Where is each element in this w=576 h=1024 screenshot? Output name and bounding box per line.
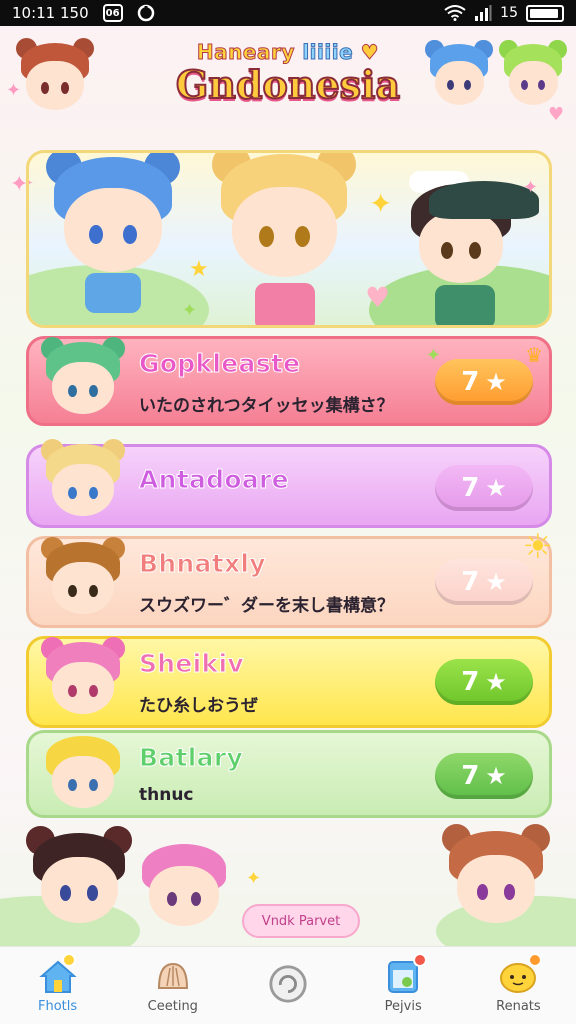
star-icon: ★ xyxy=(485,668,507,696)
card-title: Bhnatxly xyxy=(139,549,267,579)
card-subtitle: たひ糸しおうぜ xyxy=(139,696,258,716)
messenger-icon xyxy=(137,4,154,22)
star-icon: ★ xyxy=(485,368,507,396)
star-count: 7 xyxy=(461,567,480,597)
nav-item-ceeting[interactable]: Ceeting xyxy=(115,947,230,1024)
list-card-4[interactable]: Sheikiv たひ糸しおうぜ 7 ★ xyxy=(26,636,552,728)
heart-icon: ♥ xyxy=(360,40,380,65)
card-avatar-green-hair xyxy=(39,337,127,425)
scene-character-pink xyxy=(134,838,234,938)
star-count: 7 xyxy=(461,761,480,791)
list-card-3[interactable]: Bhnatxly スウズワー゛ダーを末し書構意？ 7 ★ ☀ xyxy=(26,527,553,628)
star-count-button[interactable]: 7 ★ xyxy=(435,659,533,705)
signal-icon xyxy=(475,5,492,21)
badge-dot xyxy=(528,953,543,967)
hero-character-blonde xyxy=(209,153,359,295)
sparkle-icon: ✦ xyxy=(10,172,29,197)
sparkle-icon: ✦ xyxy=(523,177,539,198)
badge-dot xyxy=(413,953,428,967)
star-count-button[interactable]: 7 ★ xyxy=(435,559,533,605)
card-subtitle: いたのされつタイッセッ集構さ？ xyxy=(139,396,394,416)
star-count: 7 xyxy=(461,667,480,697)
refresh-icon xyxy=(268,964,308,1003)
crown-icon: ♛ xyxy=(525,343,543,367)
card-avatar-blonde xyxy=(39,439,127,527)
list-card-5[interactable]: Batlary thnuc 7 ★ xyxy=(26,730,552,818)
sparkle-icon: ✦ xyxy=(425,345,441,366)
hero-character-blue xyxy=(43,153,183,289)
card-subtitle: スウズワー゛ダーを末し書構意？ xyxy=(139,596,394,616)
card-title: Batlary xyxy=(138,743,244,773)
star-icon: ★ xyxy=(485,474,507,502)
house-icon xyxy=(38,953,78,995)
logo-top-text-1: Haneary xyxy=(196,40,295,65)
star-icon: ★ xyxy=(485,762,507,790)
star-icon: ★ xyxy=(485,568,507,596)
nav-item-pejvis[interactable]: Pejvis xyxy=(346,947,461,1024)
battery-icon xyxy=(526,4,564,22)
list-card-2[interactable]: Antadoare 7 ★ xyxy=(26,439,552,528)
sparkle-icon: ✦ xyxy=(6,80,22,101)
nav-label: Ceeting xyxy=(147,999,198,1014)
app-logo: Haneary liiiie ♥ Gndonesia xyxy=(160,40,416,130)
star-icon: ★ xyxy=(189,257,209,282)
character-face-icon xyxy=(498,953,543,995)
logo-main-text: Gndonesia xyxy=(175,62,401,107)
sparkle-icon: ✦ xyxy=(246,868,262,889)
star-count-button[interactable]: 7 ★ xyxy=(435,753,533,799)
card-title: Gopkleaste xyxy=(138,349,301,379)
app-header: Haneary liiiie ♥ Gndonesia ✦ ♥ xyxy=(0,26,576,138)
star-count-button[interactable]: 7 ★ xyxy=(435,359,533,405)
hero-banner[interactable]: ★ ✦ ♥ ✦ ✦ xyxy=(26,150,552,328)
star-count: 7 xyxy=(461,367,480,397)
character-avatar-green[interactable] xyxy=(498,40,568,114)
character-avatar-brown[interactable] xyxy=(14,38,96,120)
status-time: 10:11 150 xyxy=(12,4,89,22)
card-avatar-brown-bear xyxy=(39,537,127,625)
star-count: 7 xyxy=(461,473,480,503)
nav-item-renats[interactable]: Renats xyxy=(461,947,576,1024)
sun-icon: ☀ xyxy=(522,527,553,567)
star-icon: ✦ xyxy=(369,187,393,220)
battery-percent: 15 xyxy=(500,5,518,21)
bottom-navigation: Fhotls Ceeting Pejvis Renats xyxy=(0,946,576,1024)
nav-item-home[interactable]: Fhotls xyxy=(0,947,115,1024)
star-count-button[interactable]: 7 ★ xyxy=(435,465,533,511)
nav-label: Pejvis xyxy=(384,999,422,1014)
card-avatar-pink-hair xyxy=(39,637,127,725)
heart-icon: ♥ xyxy=(365,281,391,314)
scene-character-auburn xyxy=(440,824,552,936)
character-avatar-blue[interactable] xyxy=(424,40,494,114)
logo-top-text-2: liiiie xyxy=(302,40,354,65)
badge-dot xyxy=(61,953,76,967)
card-subtitle: thnuc xyxy=(139,785,194,805)
nav-label: Renats xyxy=(496,999,541,1014)
card-title: Sheikiv xyxy=(139,649,245,679)
list-card-1[interactable]: Gopkleaste いたのされつタイッセッ集構さ？ 7 ★ ✦ ♛ xyxy=(26,336,552,426)
calendar-icon xyxy=(383,953,428,995)
status-bar: 10:11 150 06 15 xyxy=(0,0,576,26)
card-avatar-yellow-hair xyxy=(39,731,127,819)
wifi-icon xyxy=(444,5,466,21)
nav-item-center[interactable] xyxy=(230,947,345,1024)
sparkle-icon: ✦ xyxy=(182,300,198,321)
nav-label: Fhotls xyxy=(38,999,78,1014)
card-title: Antadoare xyxy=(139,465,290,495)
bottom-label-bubble[interactable]: Vndk Parvet xyxy=(242,904,360,938)
notification-icon: 06 xyxy=(102,4,123,22)
fan-icon xyxy=(153,957,193,995)
sparkle-icon: ♥ xyxy=(548,104,565,125)
scene-character-dark-buns xyxy=(24,826,134,936)
